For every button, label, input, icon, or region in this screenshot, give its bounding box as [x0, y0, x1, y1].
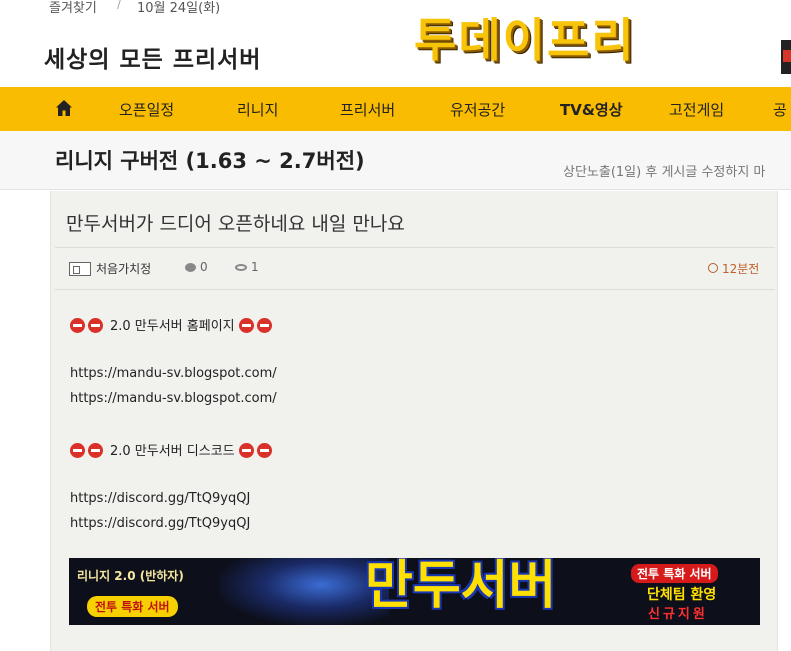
- nav-item-tv-video[interactable]: TV&영상: [560, 99, 623, 120]
- home-icon[interactable]: [55, 99, 73, 117]
- post-card: 만두서버가 드디어 오픈하네요 내일 만나요 처음가치정 0 1 12분전 2.…: [50, 191, 778, 651]
- clock-icon: [708, 263, 718, 273]
- board-title-bar: 리니지 구버전 (1.63 ~ 2.7버전) 상단노출(1일) 후 게시글 수정…: [0, 131, 791, 190]
- nav-item-schedule[interactable]: 오픈일정: [119, 99, 174, 120]
- banner-feature-badge: 전투 특화 서버: [631, 564, 718, 583]
- nav-item-lineage[interactable]: 리니지: [237, 99, 278, 120]
- no-entry-icon: [70, 443, 85, 458]
- discord-link[interactable]: https://discord.gg/TtQ9yqQJ: [70, 516, 250, 531]
- no-entry-icon: [256, 318, 272, 333]
- site-logo[interactable]: 투데이프리: [414, 17, 636, 63]
- banner-feature-pill: 전투 특화 서버: [87, 596, 178, 617]
- post-title: 만두서버가 드디어 오픈하네요 내일 만나요: [66, 213, 405, 235]
- page-title: 리니지 구버전 (1.63 ~ 2.7버전): [55, 149, 365, 173]
- post-meta: 처음가치정 0 1 12분전: [51, 248, 779, 288]
- view-count: 1: [251, 260, 259, 274]
- homepage-heading-text: 2.0 만두서버 홈페이지: [110, 319, 235, 334]
- comment-icon: [185, 263, 196, 272]
- top-utility-bar: 즐겨찾기 / 10월 24일(화): [0, 0, 791, 16]
- no-entry-icon: [238, 318, 254, 333]
- homepage-heading: 2.0 만두서버 홈페이지: [70, 315, 275, 334]
- banner-team-welcome: 단체팀 환영: [647, 587, 717, 603]
- banner-server-name: 만두서버: [365, 558, 557, 616]
- edge-banner[interactable]: [781, 40, 791, 74]
- discord-heading: 2.0 만두서버 디스코드: [70, 440, 275, 459]
- no-entry-icon: [88, 443, 103, 458]
- banner-newbie-support: 신규지원: [648, 607, 708, 622]
- nav-item-user-space[interactable]: 유저공간: [450, 99, 505, 120]
- homepage-link[interactable]: https://mandu-sv.blogspot.com/: [70, 391, 277, 406]
- banner-character-art: [219, 558, 389, 625]
- eye-icon: [235, 264, 247, 271]
- post-time: 12분전: [722, 262, 760, 276]
- no-entry-icon: [70, 318, 85, 333]
- discord-heading-text: 2.0 만두서버 디스코드: [110, 444, 235, 459]
- banner-version-label: 리니지 2.0 (반하자): [77, 569, 184, 583]
- favorites-link[interactable]: 즐겨찾기: [49, 0, 97, 16]
- server-banner-image[interactable]: 리니지 2.0 (반하자) 전투 특화 서버 만두서버 전투 특화 서버 단체팀…: [69, 558, 760, 625]
- main-nav: 오픈일정 리니지 프리서버 유저공간 TV&영상 고전게임 공: [0, 87, 791, 131]
- site-name[interactable]: 세상의 모든 프리서버: [44, 40, 261, 74]
- discord-link[interactable]: https://discord.gg/TtQ9yqQJ: [70, 491, 250, 506]
- topbar-separator: /: [117, 0, 122, 12]
- current-date: 10월 24일(화): [137, 1, 221, 16]
- board-notice: 상단노출(1일) 후 게시글 수정하지 마: [563, 165, 766, 180]
- divider: [55, 289, 775, 290]
- nav-item-freeserver[interactable]: 프리서버: [340, 99, 395, 120]
- edge-banner-mark: [783, 50, 791, 62]
- post-author[interactable]: 처음가치정: [96, 260, 151, 277]
- nav-item-truncated[interactable]: 공: [773, 99, 787, 120]
- nav-item-retro-games[interactable]: 고전게임: [669, 99, 724, 120]
- member-card-icon: [69, 262, 91, 276]
- comment-count: 0: [200, 260, 208, 274]
- homepage-link[interactable]: https://mandu-sv.blogspot.com/: [70, 366, 277, 381]
- no-entry-icon: [238, 443, 254, 458]
- no-entry-icon: [256, 443, 272, 458]
- no-entry-icon: [88, 318, 103, 333]
